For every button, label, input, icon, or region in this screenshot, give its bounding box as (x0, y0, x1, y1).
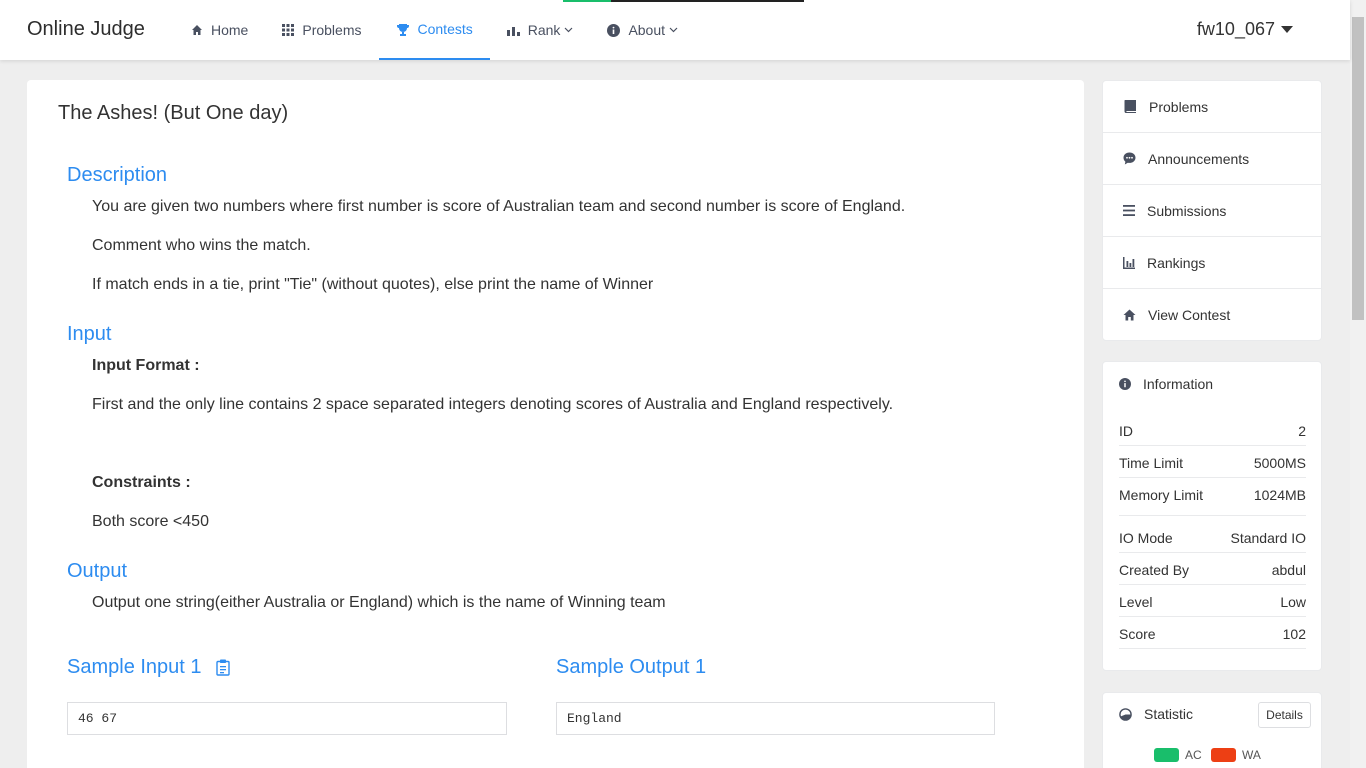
constraints-text: Both score <450 (92, 513, 209, 530)
legend-swatch (1154, 748, 1179, 762)
grid-icon (282, 24, 295, 36)
info-row-created-by: Created By abdul (1119, 562, 1306, 585)
sample-input-heading: Sample Input 1 (67, 656, 230, 679)
info-key: Level (1119, 594, 1153, 610)
nav-problems-label: Problems (302, 22, 362, 38)
legend-wa[interactable]: WA (1211, 748, 1261, 762)
output-text: Output one string(either Australia or En… (92, 594, 666, 611)
information-heading: Information (1119, 376, 1213, 392)
sample-output-title: Sample Output 1 (556, 656, 707, 678)
trophy-icon (396, 23, 409, 36)
nav-home[interactable]: Home (174, 0, 265, 60)
info-key: Score (1119, 626, 1156, 642)
info-row-level: Level Low (1119, 594, 1306, 617)
info-value: 2 (1298, 423, 1306, 439)
bar-chart-icon (506, 27, 520, 36)
description-paragraph: If match ends in a tie, print "Tie" (wit… (92, 276, 654, 293)
input-format-text: First and the only line contains 2 space… (92, 396, 894, 413)
caret-down-icon (1281, 26, 1293, 33)
main-nav: Home Problems Contests Rank About (174, 0, 695, 60)
problem-title: The Ashes! (But One day) (58, 102, 289, 124)
input-heading: Input (67, 323, 112, 345)
chevron-down-icon (669, 27, 678, 33)
scrollbar-thumb[interactable] (1352, 17, 1364, 320)
info-key: Time Limit (1119, 455, 1184, 471)
username: fw10_067 (1196, 19, 1275, 39)
description-paragraph: You are given two numbers where first nu… (92, 198, 906, 215)
info-value: Low (1280, 594, 1306, 610)
info-key: Created By (1119, 562, 1190, 578)
legend-label: WA (1242, 748, 1261, 762)
book-icon (1124, 100, 1136, 113)
page-scrollbar[interactable] (1350, 0, 1366, 768)
clipboard-icon[interactable] (215, 659, 230, 676)
nav-rank[interactable]: Rank (490, 0, 591, 60)
nav-home-label: Home (211, 22, 249, 38)
sample-input-title: Sample Input 1 (67, 656, 202, 678)
problem-panel: The Ashes! (But One day) Description You… (27, 80, 1084, 768)
contest-menu-card: Problems Announcements Submissions Ranki… (1102, 80, 1322, 341)
nav-contests-label: Contests (417, 21, 473, 37)
loading-progress-fill (563, 0, 611, 2)
sample-output-heading: Sample Output 1 (556, 656, 706, 679)
info-row-score: Score 102 (1119, 626, 1306, 649)
info-value: Standard IO (1230, 530, 1307, 546)
list-icon (1123, 205, 1135, 216)
details-button[interactable]: Details (1258, 702, 1311, 728)
info-row-time-limit: Time Limit 5000MS (1119, 455, 1306, 478)
info-row-io-mode: IO Mode Standard IO (1119, 530, 1306, 553)
home-icon (192, 25, 202, 35)
top-navbar: Online Judge Home Problems Contests Rank… (0, 0, 1350, 60)
nav-about-label: About (628, 22, 666, 38)
pie-chart-icon (1119, 707, 1132, 721)
statistic-card: Statistic Details AC WA (1102, 692, 1322, 768)
menu-announcements[interactable]: Announcements (1103, 133, 1321, 185)
info-row-memory-limit: Memory Limit 1024MB (1119, 487, 1306, 516)
constraints-label: Constraints : (92, 474, 191, 491)
info-value: 5000MS (1253, 455, 1306, 471)
info-key: Memory Limit (1119, 487, 1204, 503)
home-icon (1123, 309, 1136, 321)
statistic-heading: Statistic (1119, 706, 1193, 722)
legend-label: AC (1185, 748, 1202, 762)
description-paragraph: Comment who wins the match. (92, 237, 311, 254)
information-card: Information ID 2 Time Limit 5000MS Memory … (1102, 361, 1322, 671)
info-value: abdul (1271, 562, 1306, 578)
info-key: ID (1119, 423, 1133, 439)
menu-rankings-label: Rankings (1147, 254, 1206, 271)
menu-view-contest-label: View Contest (1148, 307, 1231, 323)
info-value: 102 (1282, 626, 1306, 642)
nav-about[interactable]: About (590, 0, 695, 60)
user-dropdown[interactable]: fw10_067 (1197, 19, 1293, 40)
sample-input-box[interactable]: 46 67 (67, 702, 507, 735)
menu-rankings[interactable]: Rankings (1103, 237, 1321, 289)
output-heading: Output (67, 560, 128, 582)
nav-contests[interactable]: Contests (378, 0, 490, 60)
info-key: IO Mode (1119, 530, 1173, 546)
info-circle-icon (607, 23, 621, 37)
information-title: Information (1143, 376, 1214, 392)
nav-problems[interactable]: Problems (265, 0, 378, 60)
input-format-label: Input Format : (92, 357, 200, 374)
sample-output-box[interactable]: England (556, 702, 995, 735)
legend-ac[interactable]: AC (1154, 748, 1202, 762)
menu-problems[interactable]: Problems (1103, 81, 1321, 133)
nav-rank-label: Rank (527, 22, 561, 38)
statistic-title: Statistic (1144, 706, 1194, 722)
legend-swatch (1211, 748, 1236, 762)
menu-problems-label: Problems (1149, 98, 1209, 115)
description-heading: Description (67, 164, 168, 186)
menu-submissions[interactable]: Submissions (1103, 185, 1321, 237)
info-circle-icon (1119, 378, 1131, 390)
site-logo[interactable]: Online Judge (27, 18, 145, 41)
menu-view-contest[interactable]: View Contest (1103, 289, 1321, 341)
page-loading-bar (563, 0, 804, 2)
menu-submissions-label: Submissions (1147, 202, 1227, 219)
stats-icon (1123, 256, 1135, 269)
menu-announcements-label: Announcements (1148, 150, 1250, 167)
info-value: 1024MB (1253, 487, 1306, 503)
chat-bubble-icon (1123, 152, 1136, 165)
info-row-id: ID 2 (1119, 423, 1306, 446)
chevron-down-icon (565, 27, 573, 33)
